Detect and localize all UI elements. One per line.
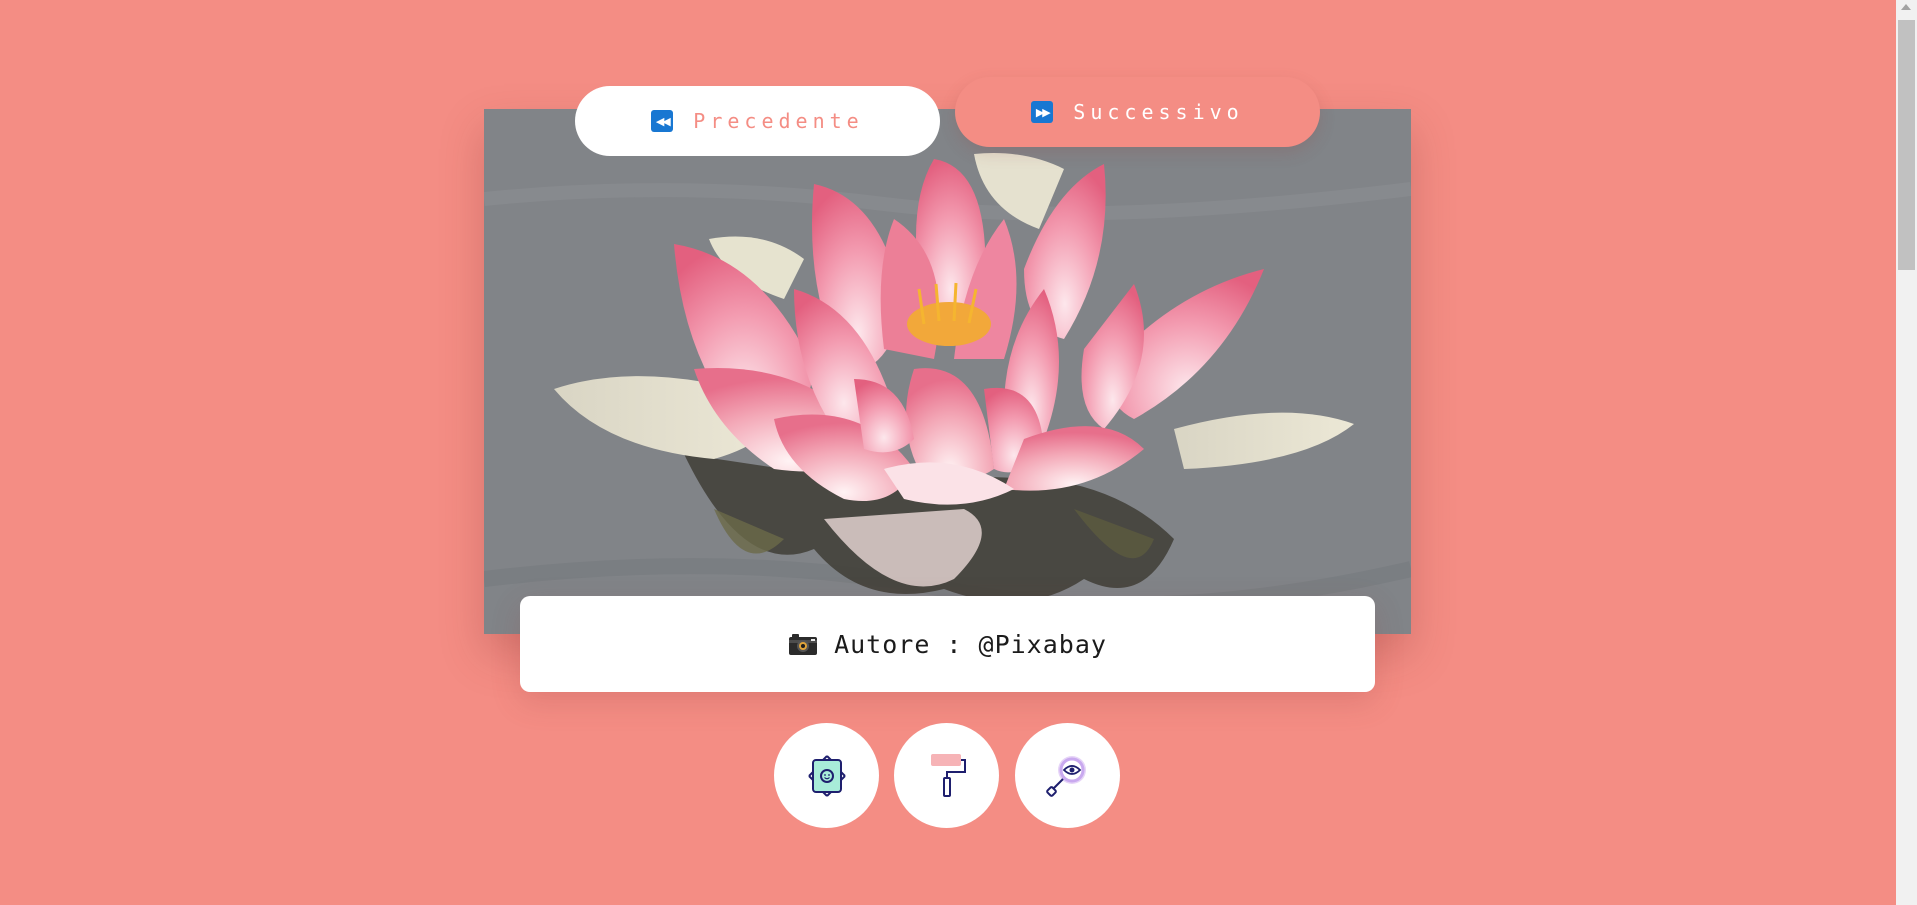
fast-forward-icon: ▶▶ [1031,101,1054,123]
next-button[interactable]: ▶▶ Successivo [955,77,1320,147]
scroll-thumb[interactable] [1898,20,1915,270]
next-button-label: Successivo [1073,100,1244,124]
paint-roller-icon [930,753,966,797]
previous-button[interactable]: ◀◀ Precedente [575,86,940,156]
page-viewport: ◀◀ Precedente ▶▶ Successivo Autore : @Pi… [0,0,1896,905]
rewind-icon: ◀◀ [651,110,674,132]
scroll-up-arrow-icon[interactable] [1901,4,1911,10]
photo-frame-button[interactable] [774,723,879,828]
vertical-scrollbar[interactable] [1896,0,1917,905]
magnifier-eye-button[interactable] [1015,723,1120,828]
magnifier-eye-icon [1045,755,1086,797]
author-card: Autore : @Pixabay [520,596,1375,692]
author-text: Autore : @Pixabay [834,629,1107,659]
camera-icon [788,632,818,656]
photo-frame-icon [807,754,846,797]
previous-button-label: Precedente [693,109,864,133]
paint-roller-button[interactable] [894,723,999,828]
gallery-photo [484,109,1411,634]
